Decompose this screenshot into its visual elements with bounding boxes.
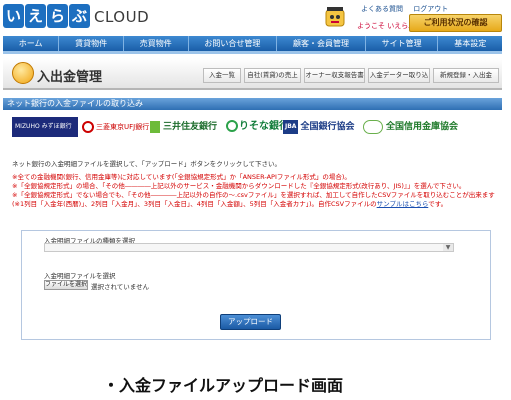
- coin-icon: [12, 62, 34, 84]
- bank-name: 全国銀行協会: [300, 122, 355, 132]
- bank-logo-smbc: 三井住友銀行: [150, 117, 217, 137]
- logo-char: ぶ: [69, 4, 90, 28]
- smbc-mark-icon: [150, 120, 160, 133]
- faq-link[interactable]: よくある質問: [361, 5, 403, 13]
- logout-link[interactable]: ログアウト: [413, 5, 448, 13]
- file-type-select[interactable]: [44, 243, 454, 252]
- tab-owner-report[interactable]: オーナー収支報告書: [304, 68, 365, 83]
- instruction-text: ネット銀行の入金明細ファイルを選択して、「アップロード」ボタンをクリックして下さ…: [12, 160, 282, 168]
- logo-char: え: [25, 4, 46, 28]
- nav-item-rental[interactable]: 賃貸物件: [59, 36, 124, 51]
- nav-item-inquiries[interactable]: お問い合せ管理: [189, 36, 278, 51]
- tab-data-import[interactable]: 入金データー取り込: [368, 68, 430, 83]
- logo-char: ら: [47, 4, 68, 28]
- nav-underline: [3, 51, 502, 54]
- upload-button[interactable]: アップロード: [220, 314, 281, 330]
- choose-file-button[interactable]: ファイルを選択: [44, 280, 88, 290]
- nav-item-settings[interactable]: 基本設定: [438, 36, 502, 51]
- mascot-icon: [323, 6, 349, 32]
- tab-payment-list[interactable]: 入金一覧: [203, 68, 241, 83]
- resona-mark-icon: [226, 120, 238, 132]
- bank-name: 三井住友銀行: [163, 122, 218, 132]
- main-nav: ホーム 賃貸物件 売買物件 お問い合せ管理 顧客・会員管理 サイト管理 基本設定: [3, 36, 502, 51]
- note-line-sample: ※「全銀協規定形式」でない場合でも、「その他――――上記以外の自作の～.csvフ…: [12, 191, 502, 209]
- logo-char: い: [3, 4, 24, 28]
- page-title: 入出金管理: [37, 70, 103, 85]
- screenshot-caption: ・入金ファイルアップロード画面: [103, 376, 344, 395]
- chevron-down-icon[interactable]: ▼: [443, 244, 453, 251]
- jba-mark-icon: JBA: [283, 119, 299, 134]
- nav-item-site[interactable]: サイト管理: [366, 36, 439, 51]
- nav-item-home[interactable]: ホーム: [3, 36, 60, 51]
- bank-logo-mufg: 三菱東京UFJ銀行: [82, 117, 149, 137]
- app-logo[interactable]: い え ら ぶ: [3, 4, 90, 30]
- usage-status-button[interactable]: ご利用状況の確認: [409, 14, 502, 32]
- bank-logo-shinkin: 全国信用金庫協会: [363, 117, 458, 137]
- tab-own-sales[interactable]: 自社(賃貸)の売上: [244, 68, 301, 83]
- file-status-text: 選択されていません: [91, 283, 150, 291]
- nav-item-sales[interactable]: 売買物件: [124, 36, 189, 51]
- nav-item-customers[interactable]: 顧客・会員管理: [277, 36, 366, 51]
- note-line: ※全ての金融機関(銀行、信用金庫等)に対応しています(「全銀協規定形式」か「AN…: [12, 173, 351, 181]
- sample-link[interactable]: サンプルはこちら: [377, 200, 429, 208]
- logo-suffix: CLOUD: [94, 8, 150, 26]
- bank-name: 全国信用金庫協会: [386, 122, 459, 132]
- top-links: よくある質問 ログアウト: [361, 4, 456, 14]
- bank-name: 三菱東京UFJ銀行: [96, 123, 150, 131]
- bank-logo-zengin: JBA 全国銀行協会: [283, 117, 354, 137]
- mufg-mark-icon: [82, 121, 94, 133]
- file-select-label: 入金明細ファイルを選択: [44, 272, 116, 280]
- bank-logo-mizuho: MIZUHO みずほ銀行: [12, 117, 78, 137]
- section-header: ネット銀行の入金ファイルの取り込み: [3, 98, 502, 110]
- note-line: ※「全銀協規定形式」の場合、「その他――――上記以外のサービス・金融機関からダウ…: [12, 182, 466, 190]
- bank-name: りそな銀行: [239, 121, 289, 132]
- shinkin-mark-icon: [363, 119, 383, 134]
- note-text: です。: [428, 200, 448, 208]
- tab-new-entry[interactable]: 新規登録・入出金: [433, 68, 499, 83]
- bank-logo-resona: りそな銀行: [226, 117, 289, 137]
